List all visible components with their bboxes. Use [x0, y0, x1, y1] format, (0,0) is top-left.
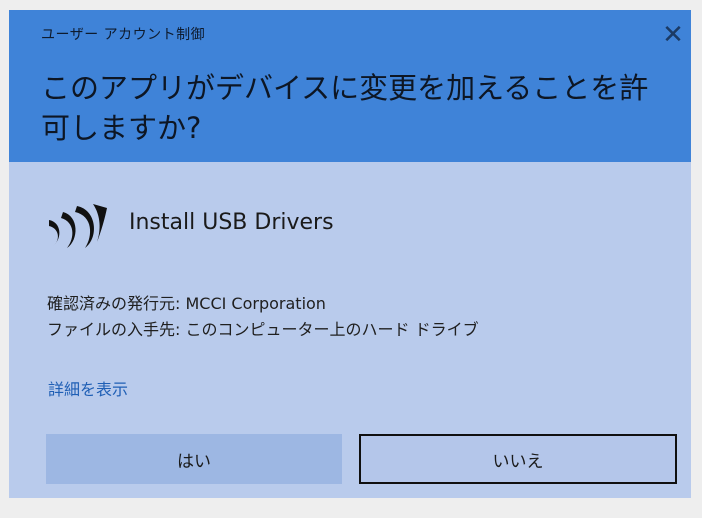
no-button[interactable]: いいえ: [359, 434, 677, 484]
app-details: 確認済みの発行元: MCCI Corporation ファイルの入手先: このコ…: [47, 291, 479, 343]
dialog-header: ユーザー アカウント制御 ✕ このアプリがデバイスに変更を加えることを許可します…: [9, 10, 691, 162]
dialog-title: ユーザー アカウント制御: [41, 27, 206, 43]
publisher-line: 確認済みの発行元: MCCI Corporation: [47, 294, 326, 313]
show-details-link[interactable]: 詳細を表示: [48, 376, 128, 400]
origin-line: ファイルの入手先: このコンピューター上のハード ドライブ: [47, 320, 479, 339]
permission-question: このアプリがデバイスに変更を加えることを許可しますか?: [41, 71, 649, 145]
yes-button[interactable]: はい: [46, 434, 342, 484]
close-icon[interactable]: ✕: [659, 22, 687, 50]
mcci-logo-icon: [49, 204, 107, 248]
app-name: Install USB Drivers: [129, 210, 334, 235]
uac-dialog: ユーザー アカウント制御 ✕ このアプリがデバイスに変更を加えることを許可します…: [9, 10, 691, 498]
